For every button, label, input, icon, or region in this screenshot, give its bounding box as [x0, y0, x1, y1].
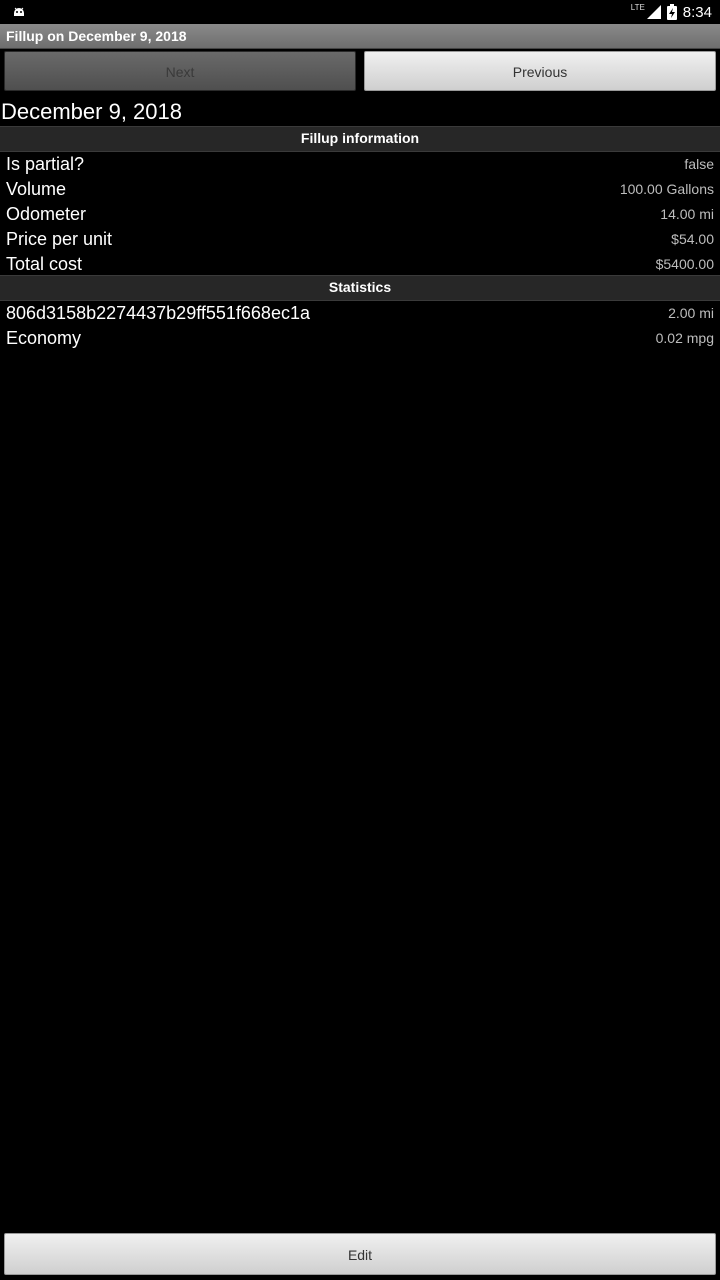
page-title: Fillup on December 9, 2018: [6, 28, 187, 44]
network-type: LTE: [630, 2, 645, 12]
list-item: Odometer 14.00 mi: [0, 202, 720, 227]
row-label: Is partial?: [6, 154, 85, 174]
fillup-date: December 9, 2018: [1, 99, 182, 124]
android-icon: [14, 7, 24, 16]
title-bar: Fillup on December 9, 2018: [0, 24, 720, 49]
fillup-information-header: Fillup information: [0, 126, 720, 152]
signal-icon: [646, 5, 661, 19]
row-value: 0.02 mpg: [655, 330, 714, 346]
row-value: $5400.00: [655, 256, 714, 272]
row-label: Odometer: [6, 204, 87, 224]
list-item: Total cost $5400.00: [0, 252, 720, 277]
list-item: Price per unit $54.00: [0, 227, 720, 252]
row-label: Price per unit: [6, 229, 113, 249]
list-item: Is partial? false: [0, 152, 720, 177]
row-label: 806d3158b2274437b29ff551f668ec1a: [6, 303, 310, 323]
row-value: 14.00 mi: [660, 206, 714, 222]
statistics-header: Statistics: [0, 275, 720, 301]
list-item: 806d3158b2274437b29ff551f668ec1a 2.00 mi: [0, 301, 720, 326]
row-value: 2.00 mi: [668, 305, 714, 321]
row-value: $54.00: [671, 231, 714, 247]
list-item: Economy 0.02 mpg: [0, 326, 720, 351]
row-label: Economy: [6, 328, 82, 348]
row-value: false: [684, 156, 714, 172]
list-item: Volume 100.00 Gallons: [0, 177, 720, 202]
status-bar: LTE 8:34: [0, 0, 720, 24]
clock: 8:34: [682, 3, 712, 21]
row-value: 100.00 Gallons: [619, 181, 714, 197]
next-button[interactable]: Next: [4, 51, 356, 91]
edit-button[interactable]: Edit: [4, 1233, 716, 1275]
row-label: Total cost: [6, 254, 83, 274]
previous-button[interactable]: Previous: [364, 51, 716, 91]
battery-charging-icon: [666, 4, 677, 20]
row-label: Volume: [6, 179, 67, 199]
